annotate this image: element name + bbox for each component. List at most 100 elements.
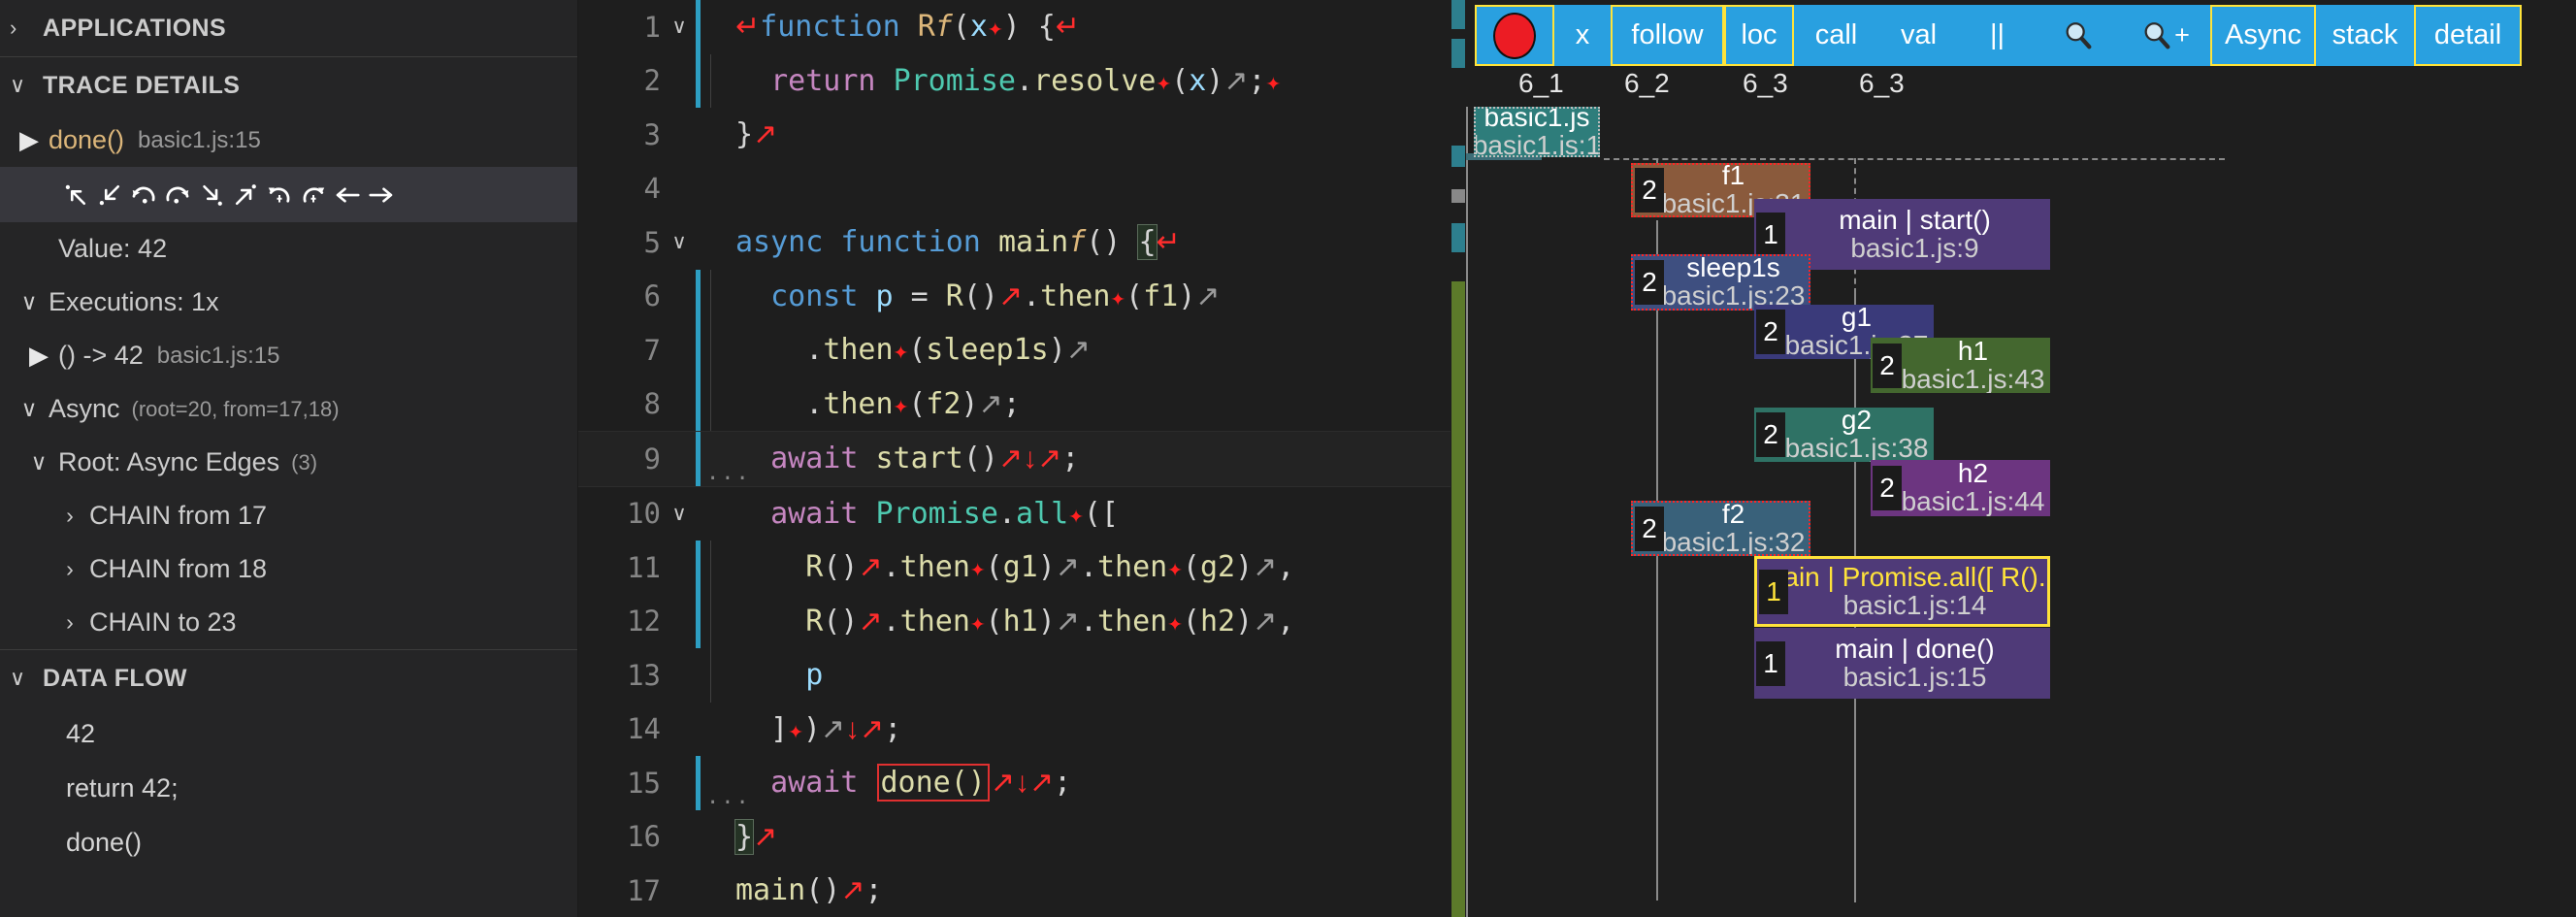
detail-button[interactable]: detail	[2414, 5, 2522, 66]
pause-button[interactable]: ||	[1959, 5, 2036, 66]
play-triangle-icon[interactable]: ▶	[10, 125, 49, 155]
trace-async-row[interactable]: ∨ Async (root=20, from=17,18)	[0, 382, 577, 436]
timeline-block[interactable]: 1 main | done() basic1.js:15	[1754, 628, 2050, 699]
line-number: 15	[627, 766, 661, 800]
stack-button[interactable]: stack	[2316, 5, 2414, 66]
zoom-in-button[interactable]: +	[2120, 5, 2210, 66]
timeline-guide	[1604, 158, 2225, 160]
code-line[interactable]: 10 ∨ await Promise.all✦([	[578, 487, 1466, 541]
rewind-icon[interactable]	[262, 177, 296, 213]
code-line[interactable]: 14 ]✦)↗↓↗;	[578, 703, 1466, 757]
redo-icon[interactable]	[160, 177, 194, 213]
call-button[interactable]: call	[1794, 5, 1878, 66]
timeline-block[interactable]: 2 f2 basic1.js:32	[1631, 501, 1810, 556]
code-line[interactable]: 5 ∨ async function mainf() {↵	[578, 215, 1466, 270]
chevron-right-icon[interactable]: ›	[50, 556, 89, 582]
trace-executions-row[interactable]: ∨ Executions: 1x	[0, 276, 577, 329]
close-button[interactable]: x	[1554, 5, 1611, 66]
block-location: basic1.js:44	[1901, 486, 2045, 516]
code-line[interactable]: 2 return Promise.resolve✦(x)↗;✦	[578, 53, 1466, 108]
gutter-space	[701, 648, 726, 703]
code-line[interactable]: 3 }↗	[578, 108, 1466, 162]
chevron-down-icon: ∨	[10, 73, 26, 97]
loc-button[interactable]: loc	[1724, 5, 1794, 66]
chevron-right-icon: ›	[10, 16, 17, 40]
sidebar-section-trace-details[interactable]: ∨ TRACE DETAILS	[0, 57, 577, 114]
step-back-in-icon[interactable]	[58, 177, 92, 213]
undo-icon[interactable]	[126, 177, 160, 213]
async-button[interactable]: Async	[2210, 5, 2316, 66]
code-line[interactable]: 13 p	[578, 648, 1466, 703]
line-number: 3	[643, 117, 661, 151]
sidebar-section-applications[interactable]: › APPLICATIONS	[0, 0, 577, 56]
zoom-out-button[interactable]	[2036, 5, 2120, 66]
timeline-block[interactable]: 2 g2 basic1.js:38	[1754, 408, 1934, 462]
data-flow-item[interactable]: done()	[0, 815, 577, 869]
arrow-left-icon[interactable]	[330, 177, 364, 213]
code-text: R()↗.then✦(g1)↗.then✦(g2)↗,	[805, 550, 1295, 585]
code-line[interactable]: 4	[578, 162, 1466, 216]
timeline-block[interactable]: basic1.js basic1.js:1	[1474, 107, 1600, 157]
fold-chevron-icon[interactable]: ∨	[663, 15, 696, 39]
sidebar-section-data-flow[interactable]: ∨ DATA FLOW	[0, 650, 577, 706]
trace-execution-item[interactable]: ▶ () -> 42 basic1.js:15	[0, 329, 577, 382]
step-into-icon[interactable]	[194, 177, 228, 213]
chevron-down-icon[interactable]: ∨	[10, 289, 49, 315]
block-badge: 2	[1635, 168, 1664, 213]
chevron-down-icon[interactable]: ∨	[19, 449, 58, 475]
trace-chain-label: CHAIN from 17	[89, 501, 268, 530]
fast-forward-icon[interactable]	[296, 177, 330, 213]
fold-chevron-icon[interactable]: ∨	[663, 230, 696, 254]
timeline-canvas[interactable]: basic1.js basic1.js:1 2 f1 basic1.js:31 …	[1466, 107, 2576, 917]
tick-label: 6_3	[1859, 68, 1905, 98]
timeline-block-selected[interactable]: 1 main | Promise.all([ R().... basic1.js…	[1754, 556, 2050, 627]
code-line[interactable]: 6 const p = R()↗.then✦(f1)↗	[578, 269, 1466, 323]
fold-chevron-icon[interactable]: ∨	[663, 502, 696, 526]
gutter-space	[701, 594, 726, 649]
step-out-icon[interactable]	[228, 177, 262, 213]
inline-hint-dots: ...	[706, 784, 751, 809]
code-editor[interactable]: 1 ∨ ↵function Rf(x✦) {↵ 2 return Promise…	[578, 0, 1466, 917]
data-flow-item[interactable]: 42	[0, 706, 577, 761]
code-line[interactable]: 12 R()↗.then✦(h1)↗.then✦(h2)↗,	[578, 594, 1466, 649]
block-location: basic1.js:15	[1842, 661, 1987, 692]
follow-button[interactable]: follow	[1611, 5, 1724, 66]
code-line[interactable]: 8 .then✦(f2)↗;	[578, 377, 1466, 431]
line-number: 9	[643, 442, 661, 475]
code-text: const p = R()↗.then✦(f1)↗	[770, 278, 1221, 313]
timeline-block[interactable]: 2 h1 basic1.js:43	[1871, 338, 2050, 393]
timeline-block[interactable]: 2 h2 basic1.js:44	[1871, 460, 2050, 516]
overview-mark	[1451, 189, 1465, 203]
zoom-in-plus-label: +	[2174, 20, 2190, 49]
line-number: 16	[627, 820, 661, 854]
code-line[interactable]: 15 await done() ↗↓↗; ...	[578, 756, 1466, 810]
trace-debugger-window: › APPLICATIONS ∨ TRACE DETAILS ▶ done() …	[0, 0, 2576, 917]
trace-root-row[interactable]: ▶ done() basic1.js:15	[0, 114, 577, 167]
play-triangle-icon[interactable]: ▶	[19, 341, 58, 371]
code-line[interactable]: 16 }↗	[578, 810, 1466, 865]
timeline-panel[interactable]: x follow loc call val || + Async stack d…	[1466, 0, 2576, 917]
code-line[interactable]: 17 main()↗;	[578, 864, 1466, 917]
arrow-right-icon[interactable]	[364, 177, 398, 213]
chevron-right-icon[interactable]: ›	[50, 503, 89, 529]
chevron-right-icon[interactable]: ›	[50, 609, 89, 636]
code-line[interactable]: 11 R()↗.then✦(g1)↗.then✦(g2)↗,	[578, 540, 1466, 595]
highlighted-token[interactable]: done()	[876, 764, 990, 802]
block-name: g2	[1841, 408, 1873, 436]
trace-async-root-row[interactable]: ∨ Root: Async Edges (3)	[0, 436, 577, 489]
step-back-out-icon[interactable]	[92, 177, 126, 213]
timeline-block[interactable]: 2 sleep1s basic1.js:23	[1631, 254, 1810, 311]
trace-chain-item[interactable]: › CHAIN from 18	[0, 542, 577, 596]
trace-chain-item[interactable]: › CHAIN to 23	[0, 596, 577, 649]
chevron-down-icon[interactable]: ∨	[10, 396, 49, 422]
code-line-current[interactable]: 9 await start()↗↓↗; ...	[578, 431, 1466, 487]
overview-ruler[interactable]	[1451, 0, 1466, 917]
trace-chain-item[interactable]: › CHAIN from 17	[0, 489, 577, 542]
val-button[interactable]: val	[1878, 5, 1959, 66]
record-circle-icon	[1493, 12, 1536, 59]
code-line[interactable]: 7 .then✦(sleep1s)↗	[578, 323, 1466, 377]
record-button[interactable]	[1475, 5, 1554, 66]
code-line[interactable]: 1 ∨ ↵function Rf(x✦) {↵	[578, 0, 1466, 54]
data-flow-item[interactable]: return 42;	[0, 761, 577, 815]
line-number: 12	[627, 605, 661, 639]
